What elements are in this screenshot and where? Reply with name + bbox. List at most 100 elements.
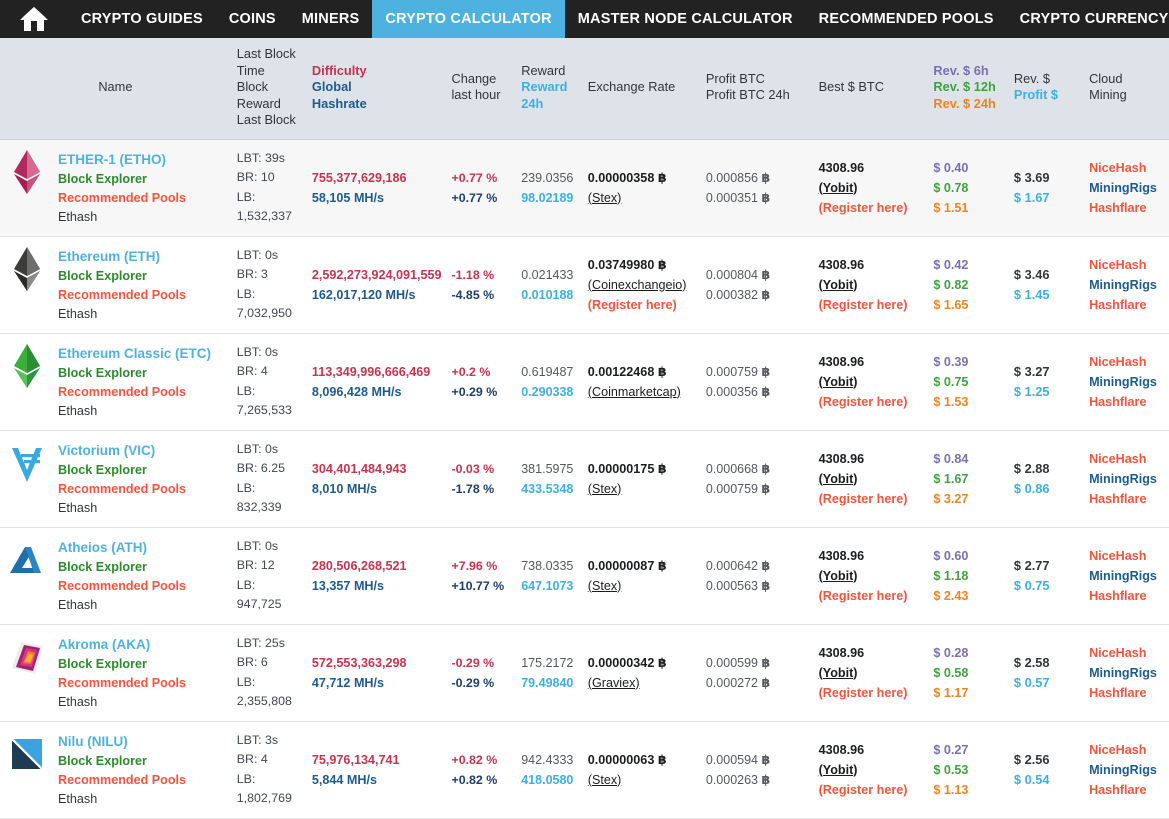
coin-name-link[interactable]: ETHER-1 (ETHO): [58, 152, 166, 167]
best-btc-source-link[interactable]: (Yobit): [819, 566, 922, 586]
best-btc-source-link[interactable]: (Yobit): [819, 178, 922, 198]
best-btc-register-link[interactable]: (Register here): [819, 295, 922, 315]
nav-item-recommended-pools[interactable]: RECOMMENDED POOLS: [806, 0, 1007, 38]
coin-name-link[interactable]: Victorium (VIC): [58, 443, 155, 458]
block-explorer-link[interactable]: Block Explorer: [58, 461, 186, 480]
recommended-pools-link[interactable]: Recommended Pools: [58, 383, 211, 402]
cloud-mining-miningrigs-link[interactable]: MiningRigs: [1089, 275, 1163, 295]
cloud-mining-nicehash-link[interactable]: NiceHash: [1089, 158, 1163, 178]
best-btc-register-link[interactable]: (Register here): [819, 489, 922, 509]
nav-item-crypto-calculator[interactable]: CRYPTO CALCULATOR: [372, 0, 564, 38]
cloud-mining-nicehash-link[interactable]: NiceHash: [1089, 643, 1163, 663]
recommended-pools-link[interactable]: Recommended Pools: [58, 577, 186, 596]
akroma-logo-icon: [6, 634, 48, 680]
recommended-pools-link[interactable]: Recommended Pools: [58, 286, 186, 305]
col-header-block-info[interactable]: Last Block Time Block Reward Last Block: [231, 38, 306, 139]
block-explorer-link[interactable]: Block Explorer: [58, 267, 186, 286]
coin-name-link[interactable]: Ethereum Classic (ETC): [58, 346, 211, 361]
cell-exchange-rate: 0.00122468 ฿ (Coinmarketcap): [582, 333, 700, 430]
recommended-pools-link[interactable]: Recommended Pools: [58, 771, 186, 790]
col-header-difficulty[interactable]: Difficulty Global Hashrate: [306, 38, 446, 139]
nav-item-master-node-calculator[interactable]: MASTER NODE CALCULATOR: [565, 0, 806, 38]
cloud-mining-hashflare-link[interactable]: Hashflare: [1089, 198, 1163, 218]
coin-name-link[interactable]: Ethereum (ETH): [58, 249, 160, 264]
cell-reward: 942.4333 418.0580: [515, 721, 582, 818]
nav-item-crypto-currency-statistics[interactable]: CRYPTO CURRENCY STATISTICS: [1007, 0, 1169, 38]
cloud-mining-miningrigs-link[interactable]: MiningRigs: [1089, 566, 1163, 586]
best-btc-register-link[interactable]: (Register here): [819, 780, 922, 800]
exchange-register-link[interactable]: (Register here): [588, 295, 694, 315]
cloud-mining-miningrigs-link[interactable]: MiningRigs: [1089, 372, 1163, 392]
revenue-usd: $ 2.88: [1014, 459, 1077, 479]
best-btc-source-link[interactable]: (Yobit): [819, 372, 922, 392]
nav-item-coins[interactable]: COINS: [216, 0, 289, 38]
cell-best-btc: 4308.96 (Yobit) (Register here): [813, 430, 928, 527]
best-btc-source-link[interactable]: (Yobit): [819, 469, 922, 489]
cloud-mining-miningrigs-link[interactable]: MiningRigs: [1089, 469, 1163, 489]
bitcoin-symbol-icon: ฿: [761, 461, 770, 476]
revenue-12h: $ 0.58: [933, 663, 1002, 683]
exchange-source-link[interactable]: (Coinexchangeio): [588, 275, 694, 295]
algorithm-label: Ethash: [58, 499, 186, 518]
nav-item-crypto-guides[interactable]: CRYPTO GUIDES: [68, 0, 216, 38]
cloud-mining-miningrigs-link[interactable]: MiningRigs: [1089, 663, 1163, 683]
block-explorer-link[interactable]: Block Explorer: [58, 655, 186, 674]
best-btc-register-link[interactable]: (Register here): [819, 198, 922, 218]
cloud-mining-nicehash-link[interactable]: NiceHash: [1089, 546, 1163, 566]
cloud-mining-nicehash-link[interactable]: NiceHash: [1089, 255, 1163, 275]
best-btc-source-link[interactable]: (Yobit): [819, 663, 922, 683]
cloud-mining-miningrigs-link[interactable]: MiningRigs: [1089, 760, 1163, 780]
cloud-mining-hashflare-link[interactable]: Hashflare: [1089, 392, 1163, 412]
nav-label: MASTER NODE CALCULATOR: [578, 11, 793, 27]
exchange-source-link[interactable]: (Stex): [588, 188, 694, 208]
cloud-mining-nicehash-link[interactable]: NiceHash: [1089, 352, 1163, 372]
block-explorer-link[interactable]: Block Explorer: [58, 752, 186, 771]
recommended-pools-link[interactable]: Recommended Pools: [58, 189, 186, 208]
best-btc-source-link[interactable]: (Yobit): [819, 760, 922, 780]
cloud-mining-hashflare-link[interactable]: Hashflare: [1089, 489, 1163, 509]
algorithm-label: Ethash: [58, 693, 186, 712]
recommended-pools-link[interactable]: Recommended Pools: [58, 480, 186, 499]
recommended-pools-link[interactable]: Recommended Pools: [58, 674, 186, 693]
coin-name-link[interactable]: Atheios (ATH): [58, 540, 147, 555]
cell-cloud-mining: NiceHash MiningRigs Hashflare: [1083, 624, 1169, 721]
cloud-mining-miningrigs-link[interactable]: MiningRigs: [1089, 178, 1163, 198]
col-header-cloud-mining[interactable]: Cloud Mining: [1083, 38, 1169, 139]
col-header-reward[interactable]: Reward Reward 24h: [515, 38, 582, 139]
col-header-name[interactable]: Name: [0, 38, 231, 139]
exchange-source-link[interactable]: (Graviex): [588, 673, 694, 693]
best-btc-source-link[interactable]: (Yobit): [819, 275, 922, 295]
cloud-mining-hashflare-link[interactable]: Hashflare: [1089, 780, 1163, 800]
best-btc-register-link[interactable]: (Register here): [819, 392, 922, 412]
best-btc-register-link[interactable]: (Register here): [819, 683, 922, 703]
cell-revenue-breakdown: $ 0.39 $ 0.75 $ 1.53: [927, 333, 1008, 430]
reward-24h-value: 433.5348: [521, 479, 576, 499]
nav-item-miners[interactable]: MINERS: [289, 0, 373, 38]
block-explorer-link[interactable]: Block Explorer: [58, 364, 211, 383]
exchange-source-link[interactable]: (Stex): [588, 576, 694, 596]
home-button[interactable]: [0, 0, 68, 38]
cloud-mining-hashflare-link[interactable]: Hashflare: [1089, 586, 1163, 606]
revenue-6h: $ 0.84: [933, 449, 1002, 469]
exchange-source-link[interactable]: (Coinmarketcap): [588, 382, 694, 402]
profit-btc-24h-value: 0.000263 ฿: [706, 770, 807, 790]
exchange-source-link[interactable]: (Stex): [588, 479, 694, 499]
best-btc-register-link[interactable]: (Register here): [819, 586, 922, 606]
col-header-revenue-usd-breakdown[interactable]: Rev. $ 6h Rev. $ 12h Rev. $ 24h: [927, 38, 1008, 139]
coin-name-link[interactable]: Nilu (NILU): [58, 734, 128, 749]
col-header-best-btc[interactable]: Best $ BTC: [813, 38, 928, 139]
coin-name-link[interactable]: Akroma (AKA): [58, 637, 150, 652]
cloud-mining-hashflare-link[interactable]: Hashflare: [1089, 295, 1163, 315]
cloud-mining-nicehash-link[interactable]: NiceHash: [1089, 449, 1163, 469]
col-header-exchange-rate[interactable]: Exchange Rate: [582, 38, 700, 139]
cloud-mining-hashflare-link[interactable]: Hashflare: [1089, 683, 1163, 703]
col-header-profit-btc[interactable]: Profit BTC Profit BTC 24h: [700, 38, 813, 139]
cell-name: Victorium (VIC) Block Explorer Recommend…: [0, 430, 231, 527]
cell-revenue-breakdown: $ 0.42 $ 0.82 $ 1.65: [927, 236, 1008, 333]
col-header-revenue-profit-usd[interactable]: Rev. $ Profit $: [1008, 38, 1083, 139]
block-explorer-link[interactable]: Block Explorer: [58, 558, 186, 577]
col-header-change[interactable]: Change last hour: [445, 38, 515, 139]
cloud-mining-nicehash-link[interactable]: NiceHash: [1089, 740, 1163, 760]
block-explorer-link[interactable]: Block Explorer: [58, 170, 186, 189]
exchange-source-link[interactable]: (Stex): [588, 770, 694, 790]
